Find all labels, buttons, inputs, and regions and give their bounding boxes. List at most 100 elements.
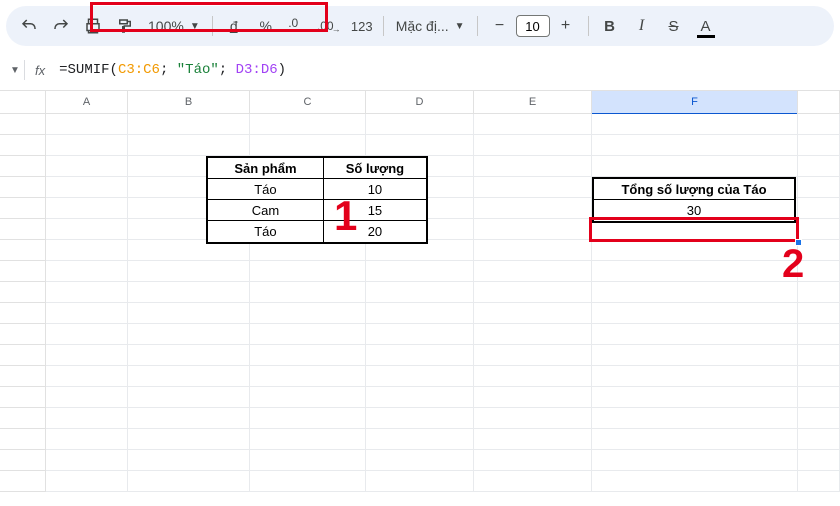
- formula-bar[interactable]: =SUMIF(C3:C6; "Táo"; D3:D6): [53, 58, 834, 82]
- bold-button[interactable]: B: [595, 11, 625, 41]
- summary-header[interactable]: Tổng số lượng của Táo: [594, 179, 794, 200]
- row-header[interactable]: [0, 408, 46, 429]
- currency-dong-button[interactable]: đ: [219, 11, 249, 41]
- col-header-B[interactable]: B: [128, 91, 250, 113]
- decrease-decimal-button[interactable]: .0←: [283, 11, 313, 41]
- cell[interactable]: [798, 450, 840, 471]
- cell[interactable]: [46, 471, 128, 492]
- cell[interactable]: [798, 366, 840, 387]
- cell[interactable]: [250, 345, 366, 366]
- cell[interactable]: [250, 282, 366, 303]
- cell[interactable]: [592, 387, 798, 408]
- cell-product-2[interactable]: Táo: [208, 221, 324, 242]
- cell[interactable]: [46, 156, 128, 177]
- font-size-increase[interactable]: +: [554, 14, 578, 38]
- cell[interactable]: [798, 303, 840, 324]
- cell[interactable]: [592, 282, 798, 303]
- cell[interactable]: [250, 114, 366, 135]
- cell[interactable]: [250, 387, 366, 408]
- cell[interactable]: [474, 282, 592, 303]
- cell[interactable]: [366, 303, 474, 324]
- cell[interactable]: [474, 471, 592, 492]
- cell[interactable]: [592, 114, 798, 135]
- undo-button[interactable]: [14, 11, 44, 41]
- cell[interactable]: [46, 135, 128, 156]
- cell[interactable]: [46, 324, 128, 345]
- spreadsheet-grid[interactable]: // generate 18 empty rows via template b…: [0, 114, 840, 492]
- row-header[interactable]: [0, 429, 46, 450]
- font-size-input[interactable]: [516, 15, 550, 37]
- cell[interactable]: [366, 324, 474, 345]
- cell[interactable]: [798, 114, 840, 135]
- col-header-G[interactable]: [798, 91, 840, 113]
- cell[interactable]: [250, 324, 366, 345]
- cell[interactable]: [128, 345, 250, 366]
- col-header-A[interactable]: A: [46, 91, 128, 113]
- font-dropdown[interactable]: Mặc đị...▼: [390, 18, 471, 34]
- row-header[interactable]: [0, 366, 46, 387]
- cell[interactable]: [474, 135, 592, 156]
- cell[interactable]: [592, 261, 798, 282]
- cell[interactable]: [128, 114, 250, 135]
- cell[interactable]: [128, 135, 250, 156]
- row-header[interactable]: [0, 135, 46, 156]
- cell[interactable]: [474, 114, 592, 135]
- percent-button[interactable]: %: [251, 11, 281, 41]
- cell[interactable]: [474, 429, 592, 450]
- cell[interactable]: [46, 450, 128, 471]
- row-header[interactable]: [0, 282, 46, 303]
- row-header[interactable]: [0, 387, 46, 408]
- cell[interactable]: [798, 324, 840, 345]
- cell[interactable]: [46, 114, 128, 135]
- cell[interactable]: [46, 408, 128, 429]
- row-header[interactable]: [0, 177, 46, 198]
- cell[interactable]: [798, 198, 840, 219]
- increase-decimal-button[interactable]: .00→: [315, 11, 345, 41]
- cell[interactable]: [46, 219, 128, 240]
- cell[interactable]: [250, 261, 366, 282]
- cell[interactable]: [128, 450, 250, 471]
- cell[interactable]: [798, 345, 840, 366]
- cell[interactable]: [474, 387, 592, 408]
- cell[interactable]: [366, 261, 474, 282]
- cell[interactable]: [250, 450, 366, 471]
- cell[interactable]: [250, 408, 366, 429]
- cell[interactable]: [474, 240, 592, 261]
- row-header[interactable]: [0, 198, 46, 219]
- summary-value[interactable]: 30: [594, 200, 794, 221]
- cell[interactable]: [128, 282, 250, 303]
- cell[interactable]: [592, 408, 798, 429]
- cell[interactable]: [250, 135, 366, 156]
- cell[interactable]: [128, 387, 250, 408]
- cell[interactable]: [474, 324, 592, 345]
- header-qty[interactable]: Số lượng: [324, 158, 426, 179]
- font-size-decrease[interactable]: −: [488, 14, 512, 38]
- cell[interactable]: [366, 345, 474, 366]
- cell[interactable]: [474, 366, 592, 387]
- strikethrough-button[interactable]: S: [659, 11, 689, 41]
- cell[interactable]: [46, 429, 128, 450]
- cell[interactable]: [474, 408, 592, 429]
- cell[interactable]: [474, 345, 592, 366]
- header-product[interactable]: Sản phẩm: [208, 158, 324, 179]
- cell[interactable]: [798, 282, 840, 303]
- italic-button[interactable]: I: [627, 11, 657, 41]
- cell[interactable]: [474, 156, 592, 177]
- cell[interactable]: [798, 135, 840, 156]
- cell[interactable]: [798, 387, 840, 408]
- cell[interactable]: [46, 387, 128, 408]
- cell[interactable]: [250, 366, 366, 387]
- cell[interactable]: [474, 198, 592, 219]
- cell[interactable]: [366, 366, 474, 387]
- cell[interactable]: [46, 303, 128, 324]
- cell[interactable]: [592, 471, 798, 492]
- row-header[interactable]: [0, 324, 46, 345]
- cell[interactable]: [592, 366, 798, 387]
- cell[interactable]: [474, 450, 592, 471]
- cell[interactable]: [46, 198, 128, 219]
- cell[interactable]: [128, 429, 250, 450]
- cell[interactable]: [592, 324, 798, 345]
- cell[interactable]: [592, 135, 798, 156]
- cell[interactable]: [592, 345, 798, 366]
- cell[interactable]: [798, 177, 840, 198]
